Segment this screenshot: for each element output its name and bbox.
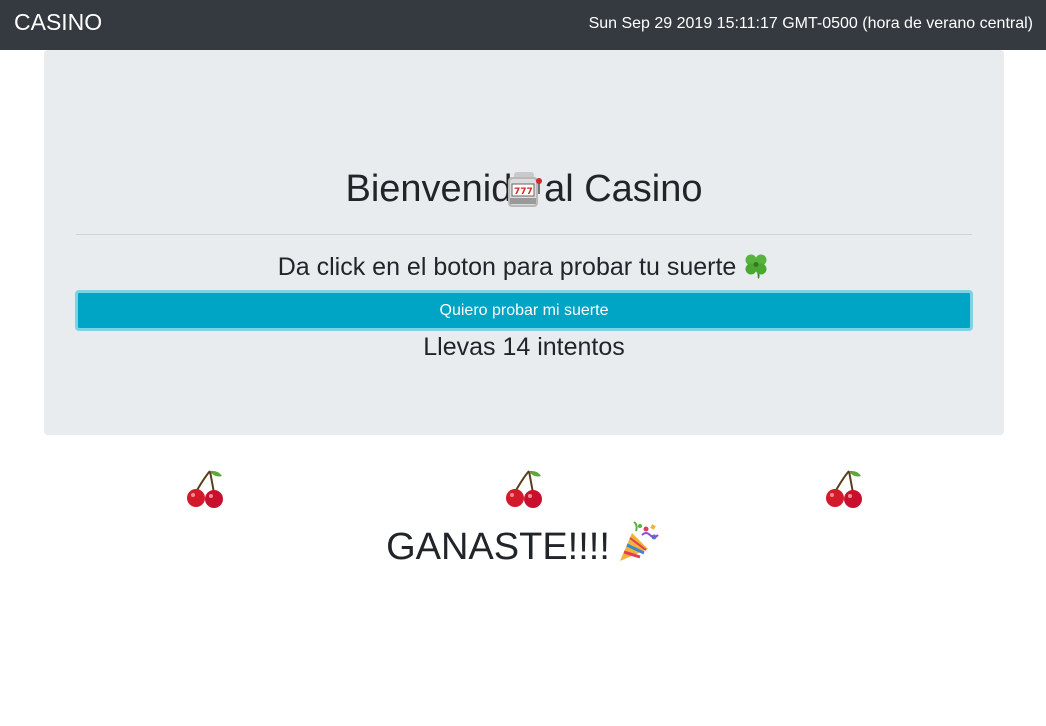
instruction-label: Da click en el boton para probar tu suer… (277, 253, 737, 281)
cherry-icon (826, 470, 862, 508)
navbar: CASINO Sun Sep 29 2019 15:11:17 GMT-0500… (0, 0, 1046, 50)
divider (76, 234, 972, 235)
result-text: GANASTE!!!! (386, 526, 610, 568)
try-luck-button[interactable]: Quiero probar mi suerte (75, 290, 973, 331)
cherry-icon (187, 470, 223, 508)
party-popper-icon (619, 521, 659, 561)
svg-text:777: 777 (514, 187, 533, 197)
attempts-counter: Llevas 14 intentos (423, 333, 625, 361)
cherry-icon (506, 470, 542, 508)
navbar-clock: Sun Sep 29 2019 15:11:17 GMT-0500 (hora … (588, 15, 1033, 32)
four-leaf-clover-icon (745, 254, 767, 279)
result-message: GANASTE!!!! (0, 521, 1046, 572)
instruction-text: Da click en el boton para probar tu suer… (44, 251, 1004, 283)
slot-machine-icon: 777 (508, 172, 542, 207)
navbar-brand[interactable]: CASINO (14, 8, 102, 36)
jumbotron: Bienvenido al Casino 777 Da click en el … (44, 50, 1004, 435)
